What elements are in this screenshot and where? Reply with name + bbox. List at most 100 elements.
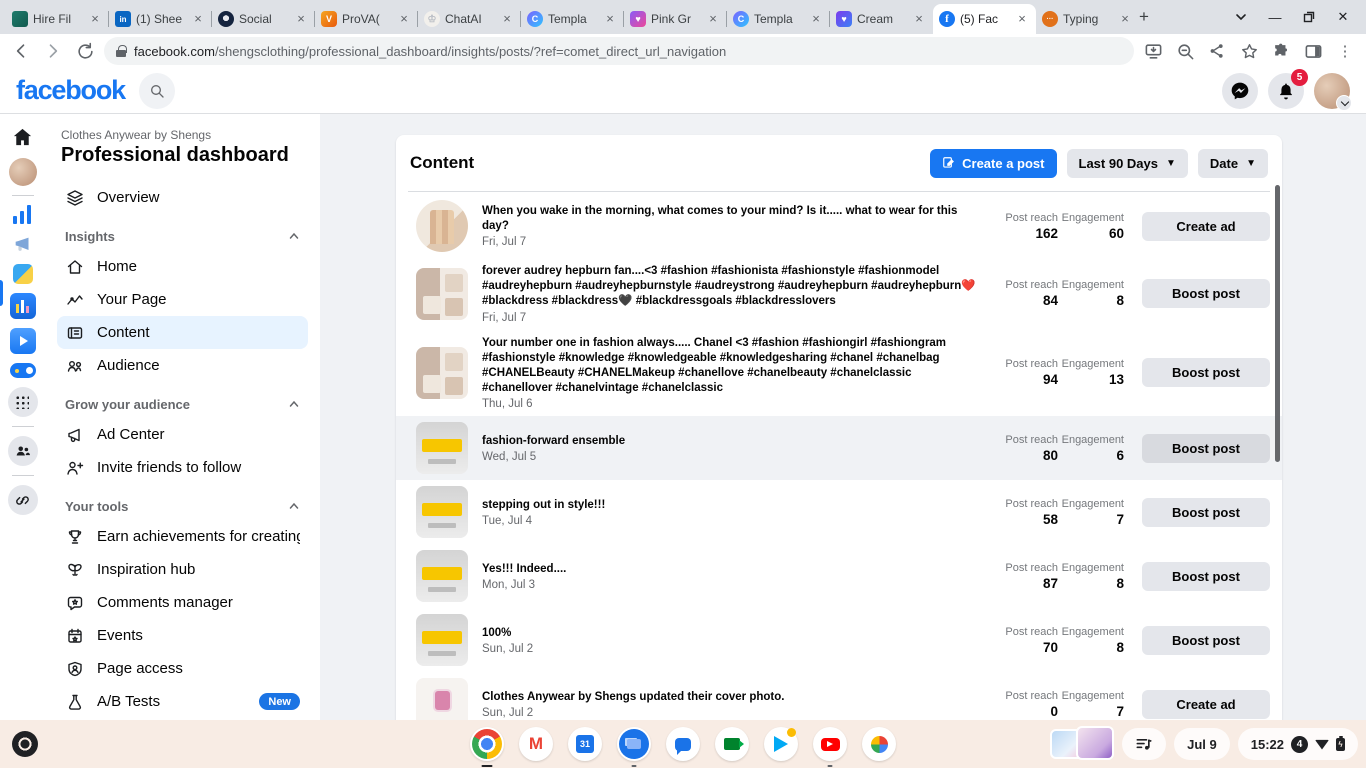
page-avatar[interactable] — [8, 158, 37, 186]
commerce-cube-icon[interactable] — [12, 264, 33, 284]
sidebar-item-invite-friends[interactable]: Invite friends to follow — [57, 451, 308, 484]
status-area[interactable]: 15:22 4 ϟ — [1237, 728, 1358, 760]
create-ad-button[interactable]: Create ad — [1142, 689, 1270, 719]
browser-tab-active[interactable]: (5) Fac × — [933, 4, 1036, 34]
account-avatar[interactable] — [1314, 72, 1352, 111]
files-app-icon[interactable] — [617, 727, 651, 761]
boost-post-button[interactable]: Boost post — [1142, 625, 1270, 655]
video-icon[interactable] — [9, 328, 36, 354]
tab-close-icon[interactable]: × — [1117, 11, 1133, 27]
browser-tab[interactable]: Cream × — [829, 4, 933, 34]
sidebar-item-comments-manager[interactable]: Comments manager — [57, 586, 308, 619]
browser-tab[interactable]: Templa × — [726, 4, 830, 34]
install-icon[interactable] — [1140, 38, 1166, 64]
tab-close-icon[interactable]: × — [1014, 11, 1030, 27]
photos-app-icon[interactable] — [862, 727, 896, 761]
lock-icon[interactable] — [116, 44, 127, 57]
tab-close-icon[interactable]: × — [190, 11, 206, 27]
launcher-button[interactable] — [12, 731, 38, 757]
new-tab-button[interactable]: + — [1139, 0, 1167, 34]
home-icon[interactable] — [11, 126, 34, 149]
reload-icon[interactable] — [72, 38, 98, 64]
sidebar-item-ad-center[interactable]: Ad Center — [57, 418, 308, 451]
window-restore-button[interactable] — [1292, 0, 1326, 34]
tab-close-icon[interactable]: × — [87, 11, 103, 27]
back-icon[interactable] — [8, 38, 34, 64]
browser-tab[interactable]: Pink Gr × — [623, 4, 727, 34]
card-scrollbar[interactable] — [1275, 185, 1280, 462]
youtube-app-icon[interactable] — [813, 727, 847, 761]
groups-button[interactable] — [7, 436, 38, 466]
browser-tab[interactable]: Templa × — [520, 4, 624, 34]
sidebar-item-ab-tests[interactable]: A/B Tests New — [57, 685, 308, 718]
browser-menu-icon[interactable]: ⋮ — [1332, 38, 1358, 64]
tab-close-icon[interactable]: × — [293, 11, 309, 27]
sidebar-item-audience[interactable]: Audience — [57, 349, 308, 382]
boost-post-button[interactable]: Boost post — [1142, 358, 1270, 388]
facebook-logo[interactable]: facebook — [16, 75, 126, 106]
extensions-puzzle-icon[interactable] — [1268, 38, 1294, 64]
browser-tab[interactable]: ChatAI × — [417, 4, 521, 34]
sidebar-section-grow[interactable]: Grow your audience — [57, 390, 308, 418]
professional-dashboard-icon[interactable] — [9, 293, 36, 319]
zoom-icon[interactable] — [1172, 38, 1198, 64]
browser-tab[interactable]: ProVA(× — [314, 4, 418, 34]
sidebar-item-page-access[interactable]: Page access — [57, 652, 308, 685]
browser-tab[interactable]: Typing × — [1036, 4, 1139, 34]
browser-tab[interactable]: (1) Shee × — [108, 4, 212, 34]
boost-post-button[interactable]: Boost post — [1142, 279, 1270, 309]
media-controls-button[interactable] — [1122, 728, 1167, 760]
gmail-app-icon[interactable]: M — [519, 727, 553, 761]
post-row[interactable]: When you wake in the morning, what comes… — [408, 194, 1270, 258]
post-row[interactable]: 100% Sun, Jul 2 Post reach 70 Engagement 8 … — [408, 608, 1270, 672]
create-post-button[interactable]: Create a post — [930, 148, 1057, 178]
date-sort-dropdown[interactable]: Date ▼ — [1197, 148, 1268, 178]
post-row[interactable]: Yes!!! Indeed.... Mon, Jul 3 Post reach 87… — [408, 544, 1270, 608]
post-row[interactable]: forever audrey hepburn fan....<3 #fashio… — [408, 258, 1270, 330]
messenger-button[interactable] — [1222, 72, 1258, 109]
sidebar-item-content[interactable]: Content — [57, 316, 308, 349]
date-pill[interactable]: Jul 9 — [1174, 728, 1230, 760]
post-row[interactable]: Your number one in fashion always..... C… — [408, 330, 1270, 417]
sidebar-section-insights[interactable]: Insights — [57, 222, 308, 250]
meet-app-icon[interactable] — [715, 727, 749, 761]
play-store-app-icon[interactable] — [764, 727, 798, 761]
tab-close-icon[interactable]: × — [499, 11, 515, 27]
forward-icon[interactable] — [40, 38, 66, 64]
chrome-app-icon[interactable] — [470, 727, 504, 761]
window-close-button[interactable]: ✕ — [1326, 0, 1360, 34]
link-button[interactable] — [7, 485, 38, 515]
share-icon[interactable] — [1204, 38, 1230, 64]
sidebar-item-your-page[interactable]: Your Page — [57, 283, 308, 316]
messages-app-icon[interactable] — [666, 727, 700, 761]
post-row[interactable]: Clothes Anywear by Shengs updated their … — [408, 672, 1270, 720]
window-preview-thumbnail[interactable] — [1050, 725, 1115, 763]
sidebar-item-overview[interactable]: Overview — [57, 181, 308, 214]
tab-close-icon[interactable]: × — [705, 11, 721, 27]
side-panel-icon[interactable] — [1300, 38, 1326, 64]
boost-post-button[interactable]: Boost post — [1142, 497, 1270, 527]
browser-tab[interactable]: Social × — [211, 4, 315, 34]
tab-close-icon[interactable]: × — [602, 11, 618, 27]
calendar-app-icon[interactable]: 31 — [568, 727, 602, 761]
address-bar[interactable]: facebook.com/shengsclothing/professional… — [104, 37, 1134, 65]
create-ad-button[interactable]: Create ad — [1142, 211, 1270, 241]
tab-close-icon[interactable]: × — [396, 11, 412, 27]
apps-menu-button[interactable] — [7, 387, 38, 417]
post-row-highlighted[interactable]: fashion-forward ensemble Wed, Jul 5 Post … — [396, 416, 1282, 481]
tab-close-icon[interactable]: × — [911, 11, 927, 27]
sidebar-item-inspiration-hub[interactable]: Inspiration hub — [57, 553, 308, 586]
insights-bars-icon[interactable] — [12, 205, 33, 224]
boost-post-button[interactable]: Boost post — [1142, 561, 1270, 591]
bookmark-star-icon[interactable] — [1236, 38, 1262, 64]
browser-tab[interactable]: Hire Fil × — [6, 4, 109, 34]
search-button[interactable] — [138, 72, 175, 109]
notifications-button[interactable]: 5 — [1268, 68, 1308, 109]
boost-post-button[interactable]: Boost post — [1142, 433, 1270, 463]
date-range-dropdown[interactable]: Last 90 Days ▼ — [1066, 148, 1188, 178]
window-minimize-button[interactable]: — — [1258, 0, 1292, 34]
sidebar-item-home[interactable]: Home — [57, 250, 308, 283]
post-row[interactable]: stepping out in style!!! Tue, Jul 4 Post … — [408, 480, 1270, 544]
meta-ai-toggle-icon[interactable] — [9, 363, 36, 378]
tab-close-icon[interactable]: × — [808, 11, 824, 27]
